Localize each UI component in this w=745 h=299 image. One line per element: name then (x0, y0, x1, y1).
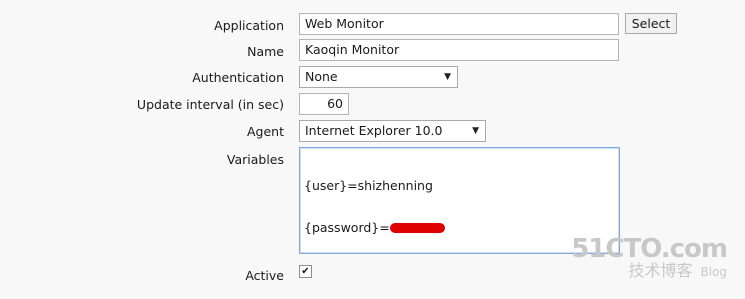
watermark-sub-text: 技术博客 (628, 261, 693, 280)
agent-selected: Internet Explorer 10.0 (305, 123, 443, 138)
variables-line-user: {user}=shizhenning (304, 178, 433, 193)
update-interval-field[interactable]: 60 (299, 93, 349, 115)
dropdown-arrow-icon: ▼ (444, 72, 451, 82)
authentication-label: Authentication (192, 70, 284, 85)
name-label: Name (247, 44, 284, 59)
variables-label: Variables (226, 152, 284, 167)
agent-select[interactable]: Internet Explorer 10.0 ▼ (299, 120, 486, 142)
agent-label: Agent (247, 124, 284, 139)
select-button[interactable]: Select (625, 13, 677, 34)
watermark: 51CTO.com 技术博客 Blog (571, 234, 728, 281)
application-label: Application (214, 18, 284, 33)
name-field[interactable]: Kaoqin Monitor (299, 39, 619, 61)
active-checkbox[interactable]: ✔ (299, 265, 312, 278)
dropdown-arrow-icon: ▼ (472, 126, 479, 136)
watermark-logo: 51CTO.com (571, 234, 728, 264)
authentication-select[interactable]: None ▼ (299, 66, 458, 88)
update-interval-label: Update interval (in sec) (136, 97, 284, 112)
variables-line-password: {password}= (304, 221, 615, 235)
redaction-mark (389, 223, 445, 233)
authentication-selected: None (305, 69, 338, 84)
watermark-blog: Blog (700, 265, 727, 279)
application-field[interactable]: Web Monitor (299, 13, 619, 35)
watermark-subtitle: 技术博客 Blog (571, 262, 727, 281)
active-label: Active (245, 268, 284, 283)
password-key: {password}= (304, 220, 390, 235)
